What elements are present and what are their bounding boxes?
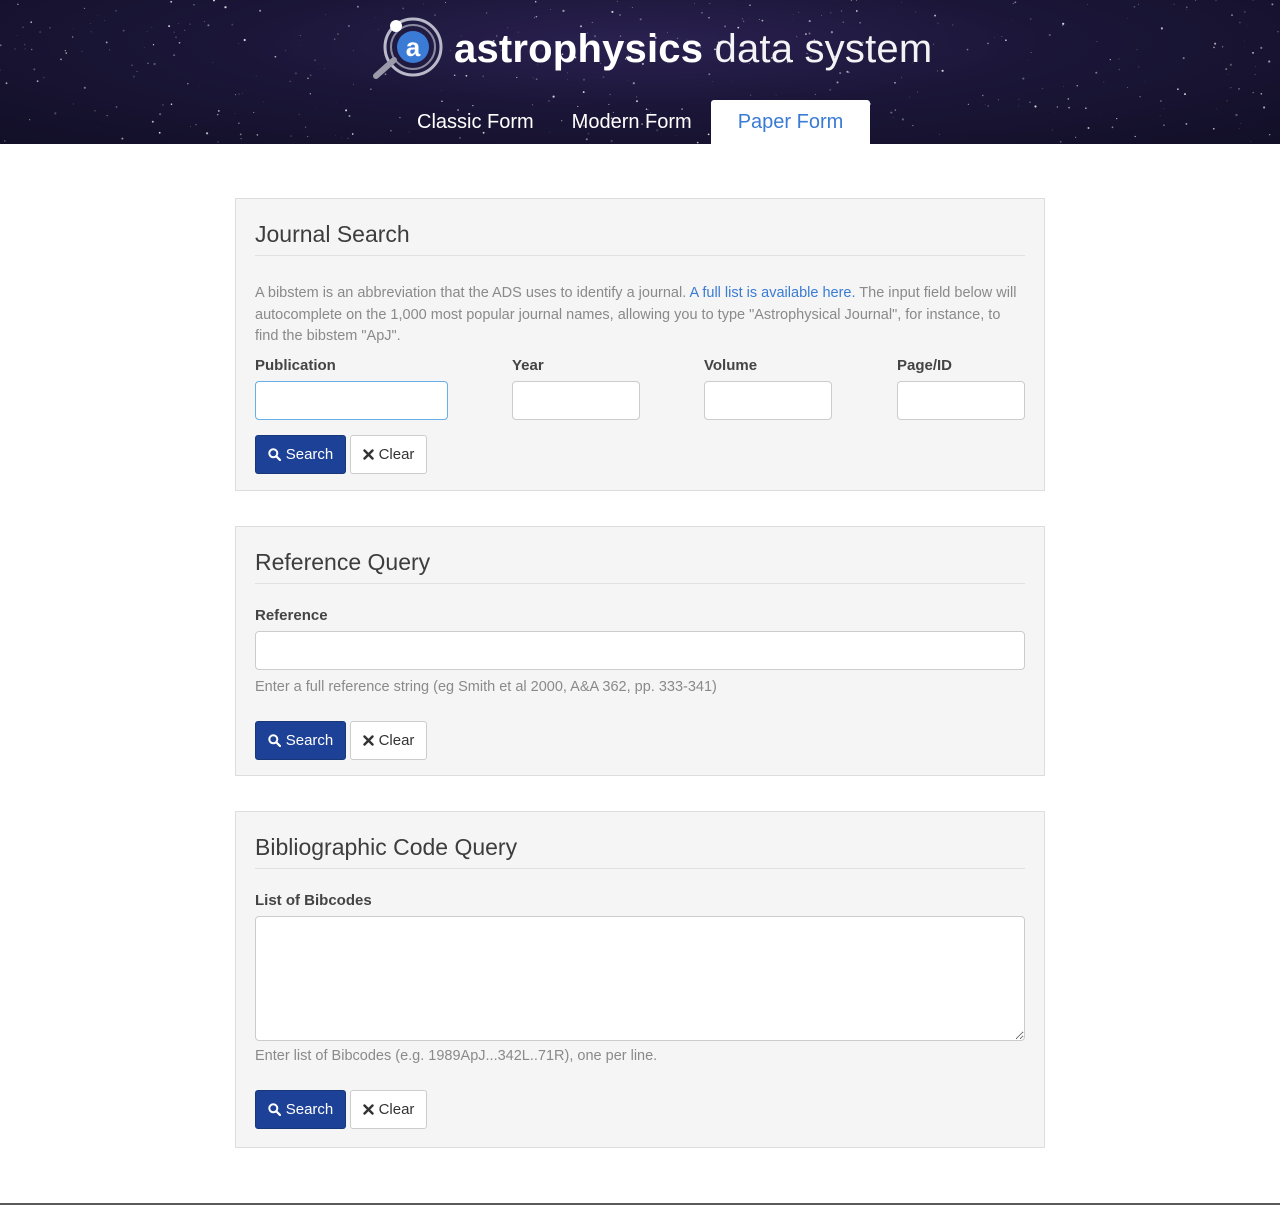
volume-input[interactable]	[704, 380, 832, 420]
desc-text-1: A bibstem is an abbreviation that the AD…	[255, 285, 690, 301]
journal-fields: Publication Year Volume Page/ID	[255, 357, 1025, 420]
year-input[interactable]	[512, 380, 640, 420]
reference-help-text: Enter a full reference string (eg Smith …	[255, 679, 717, 695]
publication-label: Publication	[255, 356, 336, 374]
reference-query-title: Reference Query	[255, 527, 1025, 584]
brand[interactable]: a astrophysics data system	[368, 14, 932, 84]
brand-title: astrophysics data system	[454, 29, 932, 69]
journal-search-button[interactable]: Search	[255, 434, 346, 474]
journal-clear-button[interactable]: Clear	[350, 434, 427, 474]
search-icon	[268, 447, 281, 461]
site-header: a astrophysics data system Classic Form …	[0, 0, 1280, 144]
journal-search-panel: Journal Search A bibstem is an abbreviat…	[235, 198, 1045, 491]
bibcode-clear-button[interactable]: Clear	[350, 1090, 427, 1129]
bibcode-search-button[interactable]: Search	[255, 1090, 346, 1129]
bibcodes-help-text: Enter list of Bibcodes (e.g. 1989ApJ...3…	[255, 1048, 658, 1064]
reference-label: Reference	[255, 607, 328, 624]
clear-button-label: Clear	[378, 445, 415, 463]
page-input[interactable]	[897, 380, 1025, 420]
publication-input[interactable]	[255, 380, 448, 420]
brand-title-light: data system	[714, 27, 933, 71]
search-button-label: Search	[285, 445, 334, 463]
close-icon	[362, 735, 374, 746]
journal-buttons: Search Clear	[255, 434, 1025, 474]
reference-buttons: Search Clear	[255, 721, 1025, 760]
form-tabs: Classic Form Modern Form Paper Form	[398, 100, 871, 144]
volume-label: Volume	[704, 356, 758, 374]
tab-paper-form[interactable]: Paper Form	[710, 100, 871, 144]
page-field-group: Page/ID	[897, 357, 1025, 420]
bibcode-query-panel: Bibliographic Code Query List of Bibcode…	[235, 811, 1045, 1148]
full-list-link[interactable]: A full list is available here.	[689, 285, 855, 301]
year-field-group: Year	[512, 357, 640, 420]
volume-field-group: Volume	[704, 357, 832, 420]
bibcode-buttons: Search Clear	[255, 1090, 1025, 1129]
reference-search-button[interactable]: Search	[255, 721, 346, 760]
reference-clear-button[interactable]: Clear	[350, 721, 427, 760]
page-label: Page/ID	[897, 356, 953, 374]
search-icon	[268, 734, 281, 747]
publication-field-group: Publication	[255, 357, 448, 420]
journal-search-description: A bibstem is an abbreviation that the AD…	[255, 256, 1025, 348]
bibcode-query-title: Bibliographic Code Query	[255, 812, 1025, 869]
reference-query-panel: Reference Query Reference Enter a full r…	[235, 526, 1045, 776]
brand-title-bold: astrophysics	[454, 27, 704, 71]
bibcodes-label: List of Bibcodes	[255, 892, 372, 909]
clear-button-label: Clear	[378, 732, 415, 749]
journal-search-title: Journal Search	[255, 199, 1025, 256]
search-icon	[268, 1103, 281, 1116]
logo-letter: a	[406, 32, 421, 62]
close-icon	[362, 1104, 374, 1115]
close-icon	[362, 448, 374, 460]
tab-classic-form[interactable]: Classic Form	[398, 100, 553, 144]
search-button-label: Search	[285, 1101, 334, 1118]
search-button-label: Search	[285, 732, 334, 749]
ads-logo-icon: a	[373, 17, 443, 79]
reference-input[interactable]	[255, 631, 1025, 670]
clear-button-label: Clear	[378, 1101, 415, 1118]
tab-modern-form[interactable]: Modern Form	[553, 100, 711, 144]
year-label: Year	[512, 356, 544, 374]
bibcodes-textarea[interactable]	[255, 916, 1025, 1041]
